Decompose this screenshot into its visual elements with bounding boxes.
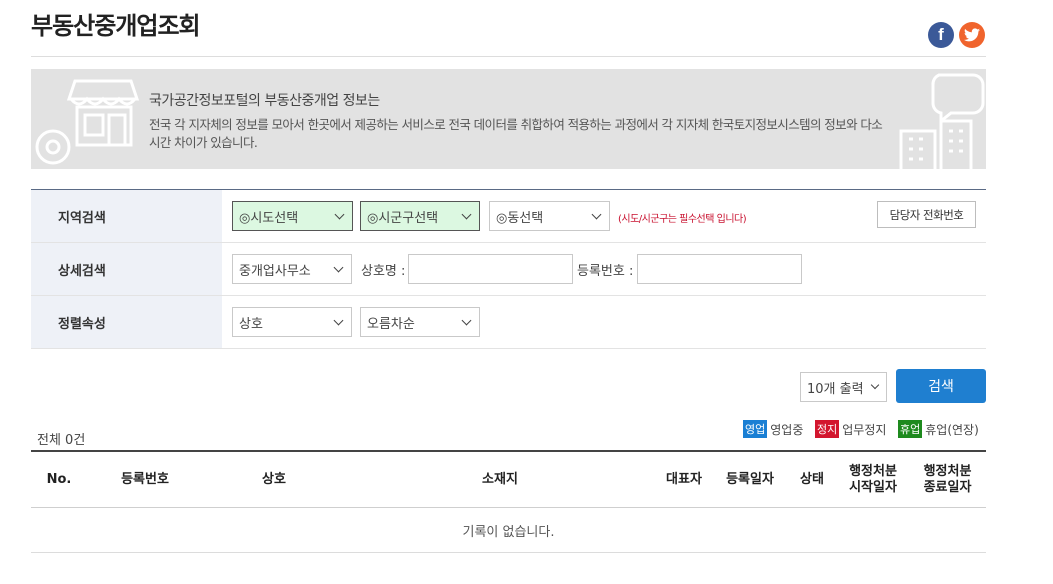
sort-label: 정렬속성 [31, 296, 222, 348]
per-page-value: 10개 출력 [807, 381, 864, 397]
sort-row: 정렬속성 상호 오름차순 [31, 296, 986, 349]
chevron-down-icon [870, 380, 880, 390]
detail-search-label: 상세검색 [31, 243, 222, 295]
col-address: 소재지 [482, 472, 518, 487]
detail-search-row: 상세검색 중개업사무소 상호명 : 등록번호 : [31, 243, 986, 296]
twitter-share-icon[interactable] [959, 22, 985, 48]
empty-message: 기록이 없습니다. [31, 508, 986, 553]
chevron-down-icon [334, 209, 345, 220]
legend-suspended: 정지 업무정지 [815, 420, 886, 438]
chevron-down-icon [591, 209, 602, 220]
dong-select[interactable]: ◎동선택 [489, 201, 610, 231]
dong-select-value: ◎동선택 [496, 210, 544, 226]
col-action-start-date: 행정처분 시작일자 [849, 464, 897, 495]
sort-field-select[interactable]: 상호 [232, 307, 352, 337]
office-type-value: 중개업사무소 [239, 263, 311, 279]
registration-number-input[interactable] [637, 254, 802, 284]
table-header: No. 등록번호 상호 소재지 대표자 등록일자 상태 행정처분 시작일자 행정… [31, 452, 986, 508]
banner-description: 전국 각 지자체의 정보를 모아서 한곳에서 제공하는 서비스로 전국 데이터를… [149, 117, 883, 150]
status-badge-open: 영업 [743, 420, 768, 438]
sort-field-value: 상호 [239, 316, 263, 332]
registration-number-label: 등록번호 : [577, 264, 634, 279]
contact-phone-button[interactable]: 담당자 전화번호 [877, 201, 976, 228]
col-business-name: 상호 [262, 472, 286, 487]
status-badge-suspended: 정지 [815, 420, 840, 438]
store-icon [35, 79, 140, 165]
status-badge-closed: 휴업 [898, 420, 923, 438]
sido-select-value: ◎시도선택 [239, 210, 299, 226]
col-no: No. [46, 472, 72, 487]
required-note: (시도/시군구는 필수선택 입니다) [618, 214, 747, 225]
business-name-label: 상호명 : [361, 264, 406, 279]
chevron-down-icon [333, 262, 344, 273]
per-page-select[interactable]: 10개 출력 [800, 372, 887, 402]
col-registration-date: 등록일자 [726, 472, 774, 487]
chevron-down-icon [461, 315, 472, 326]
twitter-bird-icon [964, 28, 980, 42]
col-registration-number: 등록번호 [121, 472, 169, 487]
legend-suspended-text: 업무정지 [842, 422, 887, 437]
legend-closed: 휴업 휴업(연장) [898, 420, 979, 438]
page-title: 부동산중개업조회 [31, 12, 201, 40]
title-divider [31, 56, 986, 57]
sort-order-value: 오름차순 [367, 316, 415, 332]
search-form: 지역검색 ◎시도선택 ◎시군구선택 ◎동선택 (시도/시군구는 필수선택 입니다… [31, 189, 986, 349]
sido-select[interactable]: ◎시도선택 [232, 201, 353, 231]
region-search-row: 지역검색 ◎시도선택 ◎시군구선택 ◎동선택 (시도/시군구는 필수선택 입니다… [31, 190, 986, 243]
col-representative: 대표자 [666, 472, 702, 487]
results-table: No. 등록번호 상호 소재지 대표자 등록일자 상태 행정처분 시작일자 행정… [31, 450, 986, 553]
banner-title: 국가공간정보포털의 부동산중개업 정보는 [149, 93, 380, 109]
legend-open-text: 영업중 [770, 422, 804, 437]
region-search-label: 지역검색 [31, 190, 222, 242]
chevron-down-icon [333, 315, 344, 326]
total-count: 전체 0건 [37, 433, 86, 448]
sort-order-select[interactable]: 오름차순 [360, 307, 480, 337]
search-button[interactable]: 검색 [896, 369, 986, 403]
sigungu-select[interactable]: ◎시군구선택 [360, 201, 480, 231]
chevron-down-icon [461, 209, 472, 220]
facebook-share-icon[interactable]: f [928, 22, 954, 48]
col-status: 상태 [800, 472, 824, 487]
legend-open: 영업 영업중 [743, 420, 803, 438]
legend-closed-text: 휴업(연장) [925, 422, 979, 437]
info-banner: 국가공간정보포털의 부동산중개업 정보는 전국 각 지자체의 정보를 모아서 한… [31, 69, 986, 169]
col-action-end-date: 행정처분 종료일자 [923, 464, 972, 495]
office-type-select[interactable]: 중개업사무소 [232, 254, 352, 284]
sigungu-select-value: ◎시군구선택 [367, 210, 439, 226]
business-name-input[interactable] [408, 254, 573, 284]
